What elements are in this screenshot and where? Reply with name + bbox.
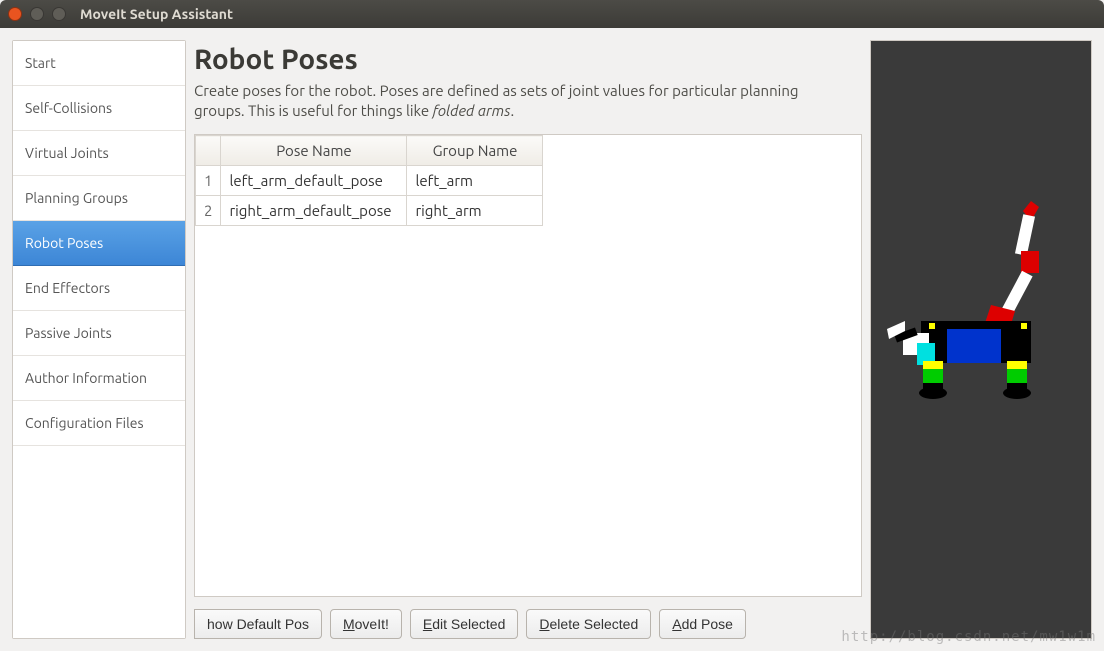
poses-table: Pose Name Group Name 1 left_arm_default_… (195, 135, 543, 226)
cell-group-name[interactable]: right_arm (407, 196, 543, 226)
row-index: 1 (196, 166, 221, 196)
delete-selected-button[interactable]: Delete Selected (526, 609, 651, 639)
sidebar-item-end-effectors[interactable]: End Effectors (13, 266, 185, 311)
show-default-pose-button[interactable]: how Default Pos (194, 609, 322, 639)
sidebar-item-author-information[interactable]: Author Information (13, 356, 185, 401)
moveit-button[interactable]: MoveIt! (330, 609, 402, 639)
row-index: 2 (196, 196, 221, 226)
sidebar-item-self-collisions[interactable]: Self-Collisions (13, 86, 185, 131)
edit-selected-button[interactable]: Edit Selected (410, 609, 519, 639)
minimize-icon[interactable] (30, 7, 44, 21)
table-header-row: Pose Name Group Name (196, 136, 543, 166)
poses-table-container: Pose Name Group Name 1 left_arm_default_… (194, 134, 862, 597)
desc-em: folded arms (433, 102, 511, 119)
sidebar-item-planning-groups[interactable]: Planning Groups (13, 176, 185, 221)
table-row[interactable]: 1 left_arm_default_pose left_arm (196, 166, 543, 196)
titlebar: MoveIt Setup Assistant (0, 0, 1104, 28)
window-title: MoveIt Setup Assistant (80, 6, 233, 22)
button-row: how Default Pos MoveIt! Edit Selected De… (194, 609, 862, 639)
robot-render-icon (881, 201, 1081, 481)
cell-group-name[interactable]: left_arm (407, 166, 543, 196)
table-row[interactable]: 2 right_arm_default_pose right_arm (196, 196, 543, 226)
sidebar: Start Self-Collisions Virtual Joints Pla… (12, 40, 186, 639)
add-pose-button[interactable]: Add Pose (659, 609, 746, 639)
watermark-text: http://blog.csdn.net/mw1w1m (841, 629, 1096, 645)
sidebar-item-virtual-joints[interactable]: Virtual Joints (13, 131, 185, 176)
sidebar-item-start[interactable]: Start (13, 41, 185, 86)
cell-pose-name[interactable]: right_arm_default_pose (221, 196, 407, 226)
sidebar-item-configuration-files[interactable]: Configuration Files (13, 401, 185, 446)
maximize-icon[interactable] (52, 7, 66, 21)
sidebar-item-robot-poses[interactable]: Robot Poses (13, 221, 185, 266)
robot-3d-view[interactable] (870, 40, 1092, 639)
col-group-name[interactable]: Group Name (407, 136, 543, 166)
main-panel: Robot Poses Create poses for the robot. … (194, 40, 862, 639)
close-icon[interactable] (8, 7, 22, 21)
col-pose-name[interactable]: Pose Name (221, 136, 407, 166)
page-description: Create poses for the robot. Poses are de… (194, 81, 814, 120)
page-title: Robot Poses (194, 44, 862, 75)
sidebar-item-passive-joints[interactable]: Passive Joints (13, 311, 185, 356)
cell-pose-name[interactable]: left_arm_default_pose (221, 166, 407, 196)
desc-tail: . (510, 102, 514, 119)
